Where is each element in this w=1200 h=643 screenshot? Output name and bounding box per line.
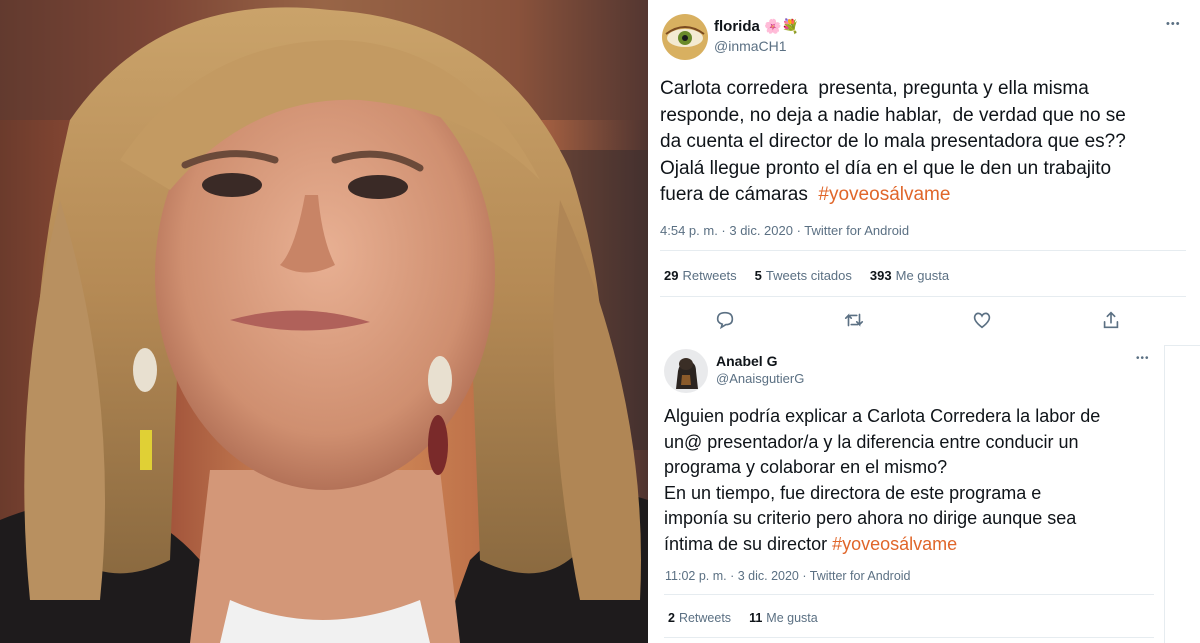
tweet-stats: 29 Retweets 5 Tweets citados 393 Me gusta	[664, 268, 949, 283]
quotes-stat[interactable]: 5 Tweets citados	[755, 268, 852, 283]
share-icon[interactable]	[1100, 309, 1122, 331]
like-icon[interactable]	[971, 309, 993, 331]
divider	[664, 637, 1154, 638]
divider	[660, 296, 1186, 297]
avatar[interactable]	[664, 349, 708, 393]
divider	[660, 250, 1186, 251]
avatar[interactable]	[662, 14, 708, 60]
display-name[interactable]: florida 🌸💐	[714, 18, 799, 35]
likes-stat[interactable]: 11 Me gusta	[749, 611, 818, 625]
tweet-card-1: florida 🌸💐 @inmaCH1 ••• Carlota correder…	[648, 0, 1200, 346]
tweet-timestamp[interactable]: 11:02 p. m. · 3 dic. 2020 · Twitter for …	[665, 569, 911, 583]
tweet-stats: 2 Retweets 11 Me gusta	[668, 611, 818, 625]
tweet-actions	[714, 309, 1122, 331]
hashtag-link[interactable]: #yoveosálvame	[818, 184, 950, 205]
photo-woman-portrait	[0, 0, 648, 643]
retweets-stat[interactable]: 29 Retweets	[664, 268, 737, 283]
retweet-icon[interactable]	[843, 309, 865, 331]
flower-emoji-icon: 🌸💐	[764, 18, 799, 34]
divider	[664, 594, 1154, 595]
more-options-icon[interactable]: •••	[1166, 18, 1181, 30]
eye-avatar-icon	[662, 14, 708, 60]
tweet-text: Alguien podría explicar a Carlota Corred…	[664, 406, 1101, 554]
display-name[interactable]: Anabel G	[716, 353, 777, 369]
tweet-timestamp[interactable]: 4:54 p. m. · 3 dic. 2020 · Twitter for A…	[660, 223, 909, 238]
hashtag-link[interactable]: #yoveosálvame	[832, 534, 957, 554]
retweets-stat[interactable]: 2 Retweets	[668, 611, 731, 625]
tweet-text: Carlota corredera presenta, pregunta y e…	[660, 78, 1126, 205]
more-options-icon[interactable]: •••	[1136, 353, 1150, 364]
likes-stat[interactable]: 393 Me gusta	[870, 268, 949, 283]
dog-avatar-icon	[664, 349, 708, 393]
tweet-card-2: Anabel G @AnaisgutierG ••• Alguien podrí…	[648, 345, 1165, 643]
user-handle[interactable]: @inmaCH1	[714, 38, 787, 54]
user-handle[interactable]: @AnaisgutierG	[716, 371, 804, 386]
reply-icon[interactable]	[714, 309, 736, 331]
